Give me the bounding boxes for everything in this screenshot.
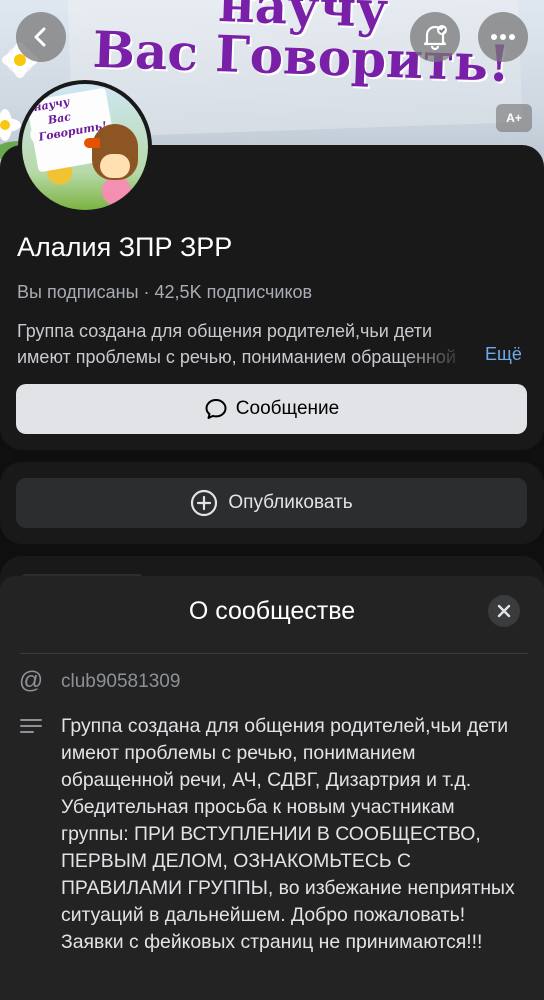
description-fade [400,344,480,370]
avatar-image: научу Вас Говорить! [22,84,148,210]
about-sheet: О сообществе @ club90581309 Группа созда… [0,576,544,1000]
publish-button[interactable]: Опубликовать [16,478,527,528]
message-bubble-icon [205,399,227,419]
text-size-badge: А+ [496,104,532,132]
avatar[interactable]: научу Вас Говорить! [18,80,152,214]
publish-button-label: Опубликовать [228,492,353,513]
message-button[interactable]: Сообщение [16,384,527,434]
more-link[interactable]: Ещё [485,344,522,365]
more-options-button[interactable] [478,12,528,62]
more-horizontal-icon [491,34,515,40]
plus-circle-icon [191,489,218,517]
sheet-title: О сообществе [188,597,356,625]
separator-dot: · [143,282,150,302]
close-button[interactable] [488,595,520,627]
publish-card: Опубликовать [0,462,544,544]
close-icon [497,604,511,618]
text-lines-icon [20,719,42,733]
about-description: Группа создана для общения родителей,чьи… [61,715,515,953]
notifications-button[interactable] [410,12,460,62]
chevron-left-icon [34,27,46,47]
back-button[interactable] [16,12,66,62]
club-id[interactable]: club90581309 [61,671,180,693]
owl-bird-illustration [84,124,138,180]
subscribed-status[interactable]: Вы подписаны [17,282,139,302]
subscription-info: Вы подписаны · 42,5K подписчиков [17,282,312,303]
at-icon: @ [18,667,44,694]
subscribers-count[interactable]: 42,5K подписчиков [155,282,313,302]
bell-check-icon [423,25,447,51]
message-button-label: Сообщение [235,398,340,419]
sheet-divider [20,653,528,654]
group-name: Алалия ЗПР ЗРР [17,232,233,262]
